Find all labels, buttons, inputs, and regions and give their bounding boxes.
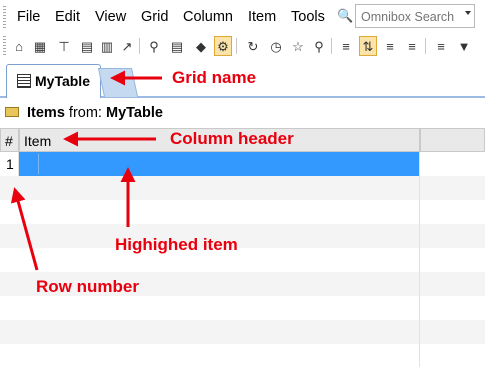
tab-label: MyTable [35, 73, 90, 89]
row-number-annotation: Row number [36, 277, 139, 296]
table-row [0, 296, 485, 320]
column-divider [419, 152, 420, 367]
document-icon[interactable]: ▤ [168, 36, 186, 56]
menu-column[interactable]: Column [183, 9, 233, 25]
omnibox-dropdown-icon[interactable] [465, 11, 471, 15]
grid-rows: 1 [0, 152, 485, 368]
home-icon[interactable]: ⌂ [10, 36, 28, 56]
table-row[interactable]: 1 [0, 152, 485, 176]
row-number[interactable]: 1 [0, 152, 19, 176]
column-header-item-label: Item [24, 133, 52, 149]
filter-list-icon[interactable]: ≡ [403, 36, 421, 56]
toolbar-separator [139, 38, 140, 54]
toolbar-separator [425, 38, 426, 54]
notes-edit-icon[interactable]: ▥ [98, 36, 116, 56]
menu-file[interactable]: File [17, 9, 40, 25]
settings-icon[interactable]: ⚙ [214, 36, 232, 56]
toolbar: ⌂ ▦ ⊤ ▤ ▥ ↗ ⚲ ▤ ◆ ⚙ ↻ ◷ ☆ ⚲ ≡ ⇅ ≡ ≡ ≡ ▼ [0, 34, 485, 60]
search-icon[interactable]: ⚲ [310, 36, 328, 56]
toolbar-separator [331, 38, 332, 54]
menu-tools[interactable]: Tools [291, 9, 325, 25]
outline-icon[interactable]: ≡ [381, 36, 399, 56]
table-row [0, 248, 485, 272]
table-row [0, 176, 485, 200]
table-row [0, 344, 485, 368]
binoculars-icon[interactable]: 🔍 [337, 8, 353, 24]
preview-icon[interactable]: ⚲ [145, 36, 163, 56]
row-number-label: 1 [6, 156, 14, 172]
filter-list-icon[interactable]: ≡ [432, 36, 450, 56]
menu-grip [3, 6, 6, 28]
tag-icon[interactable]: ◆ [192, 36, 210, 56]
column-header-number[interactable]: # [0, 128, 19, 152]
omnibox-search[interactable] [355, 4, 475, 28]
table-row [0, 224, 485, 248]
filter-icon[interactable]: ▼ [455, 36, 473, 56]
table-row [0, 200, 485, 224]
highlighted-item-cell[interactable] [19, 152, 420, 176]
toolbar-grip [3, 36, 6, 56]
star-icon[interactable]: ☆ [289, 36, 307, 56]
grid-name-annotation: Grid name [172, 68, 257, 87]
column-header-filler [420, 128, 485, 152]
grid-icon [17, 74, 31, 88]
item-grid: # Item 1 [0, 128, 485, 367]
items-header: Items from: MyTable [0, 98, 485, 128]
notes-icon[interactable]: ▤ [78, 36, 96, 56]
sort-icon[interactable]: ⇅ [359, 36, 377, 56]
tree-icon[interactable]: ⊤ [55, 36, 73, 56]
clock-icon[interactable]: ◷ [267, 36, 285, 56]
menu-view[interactable]: View [95, 9, 126, 25]
toolbar-separator [236, 38, 237, 54]
omnibox-input[interactable] [359, 6, 467, 28]
menu-item[interactable]: Item [248, 9, 276, 25]
highlighted-item-annotation: Highighed item [115, 235, 238, 254]
column-header-annotation: Column header [170, 129, 294, 148]
list-icon[interactable]: ≡ [337, 36, 355, 56]
refresh-icon[interactable]: ↻ [244, 36, 262, 56]
export-icon[interactable]: ↗ [118, 36, 136, 56]
menu-grid[interactable]: Grid [141, 9, 168, 25]
column-header-number-label: # [5, 133, 13, 149]
new-tab-button[interactable] [97, 68, 139, 97]
table-row [0, 320, 485, 344]
menu-edit[interactable]: Edit [55, 9, 80, 25]
menu-bar: File Edit View Grid Column Item Tools 🔍 [0, 0, 485, 34]
calendar-icon[interactable]: ▦ [31, 36, 49, 56]
items-caption: Items from: MyTable [27, 105, 163, 121]
folder-icon [5, 107, 19, 117]
tab-mytable[interactable]: MyTable [6, 64, 101, 98]
